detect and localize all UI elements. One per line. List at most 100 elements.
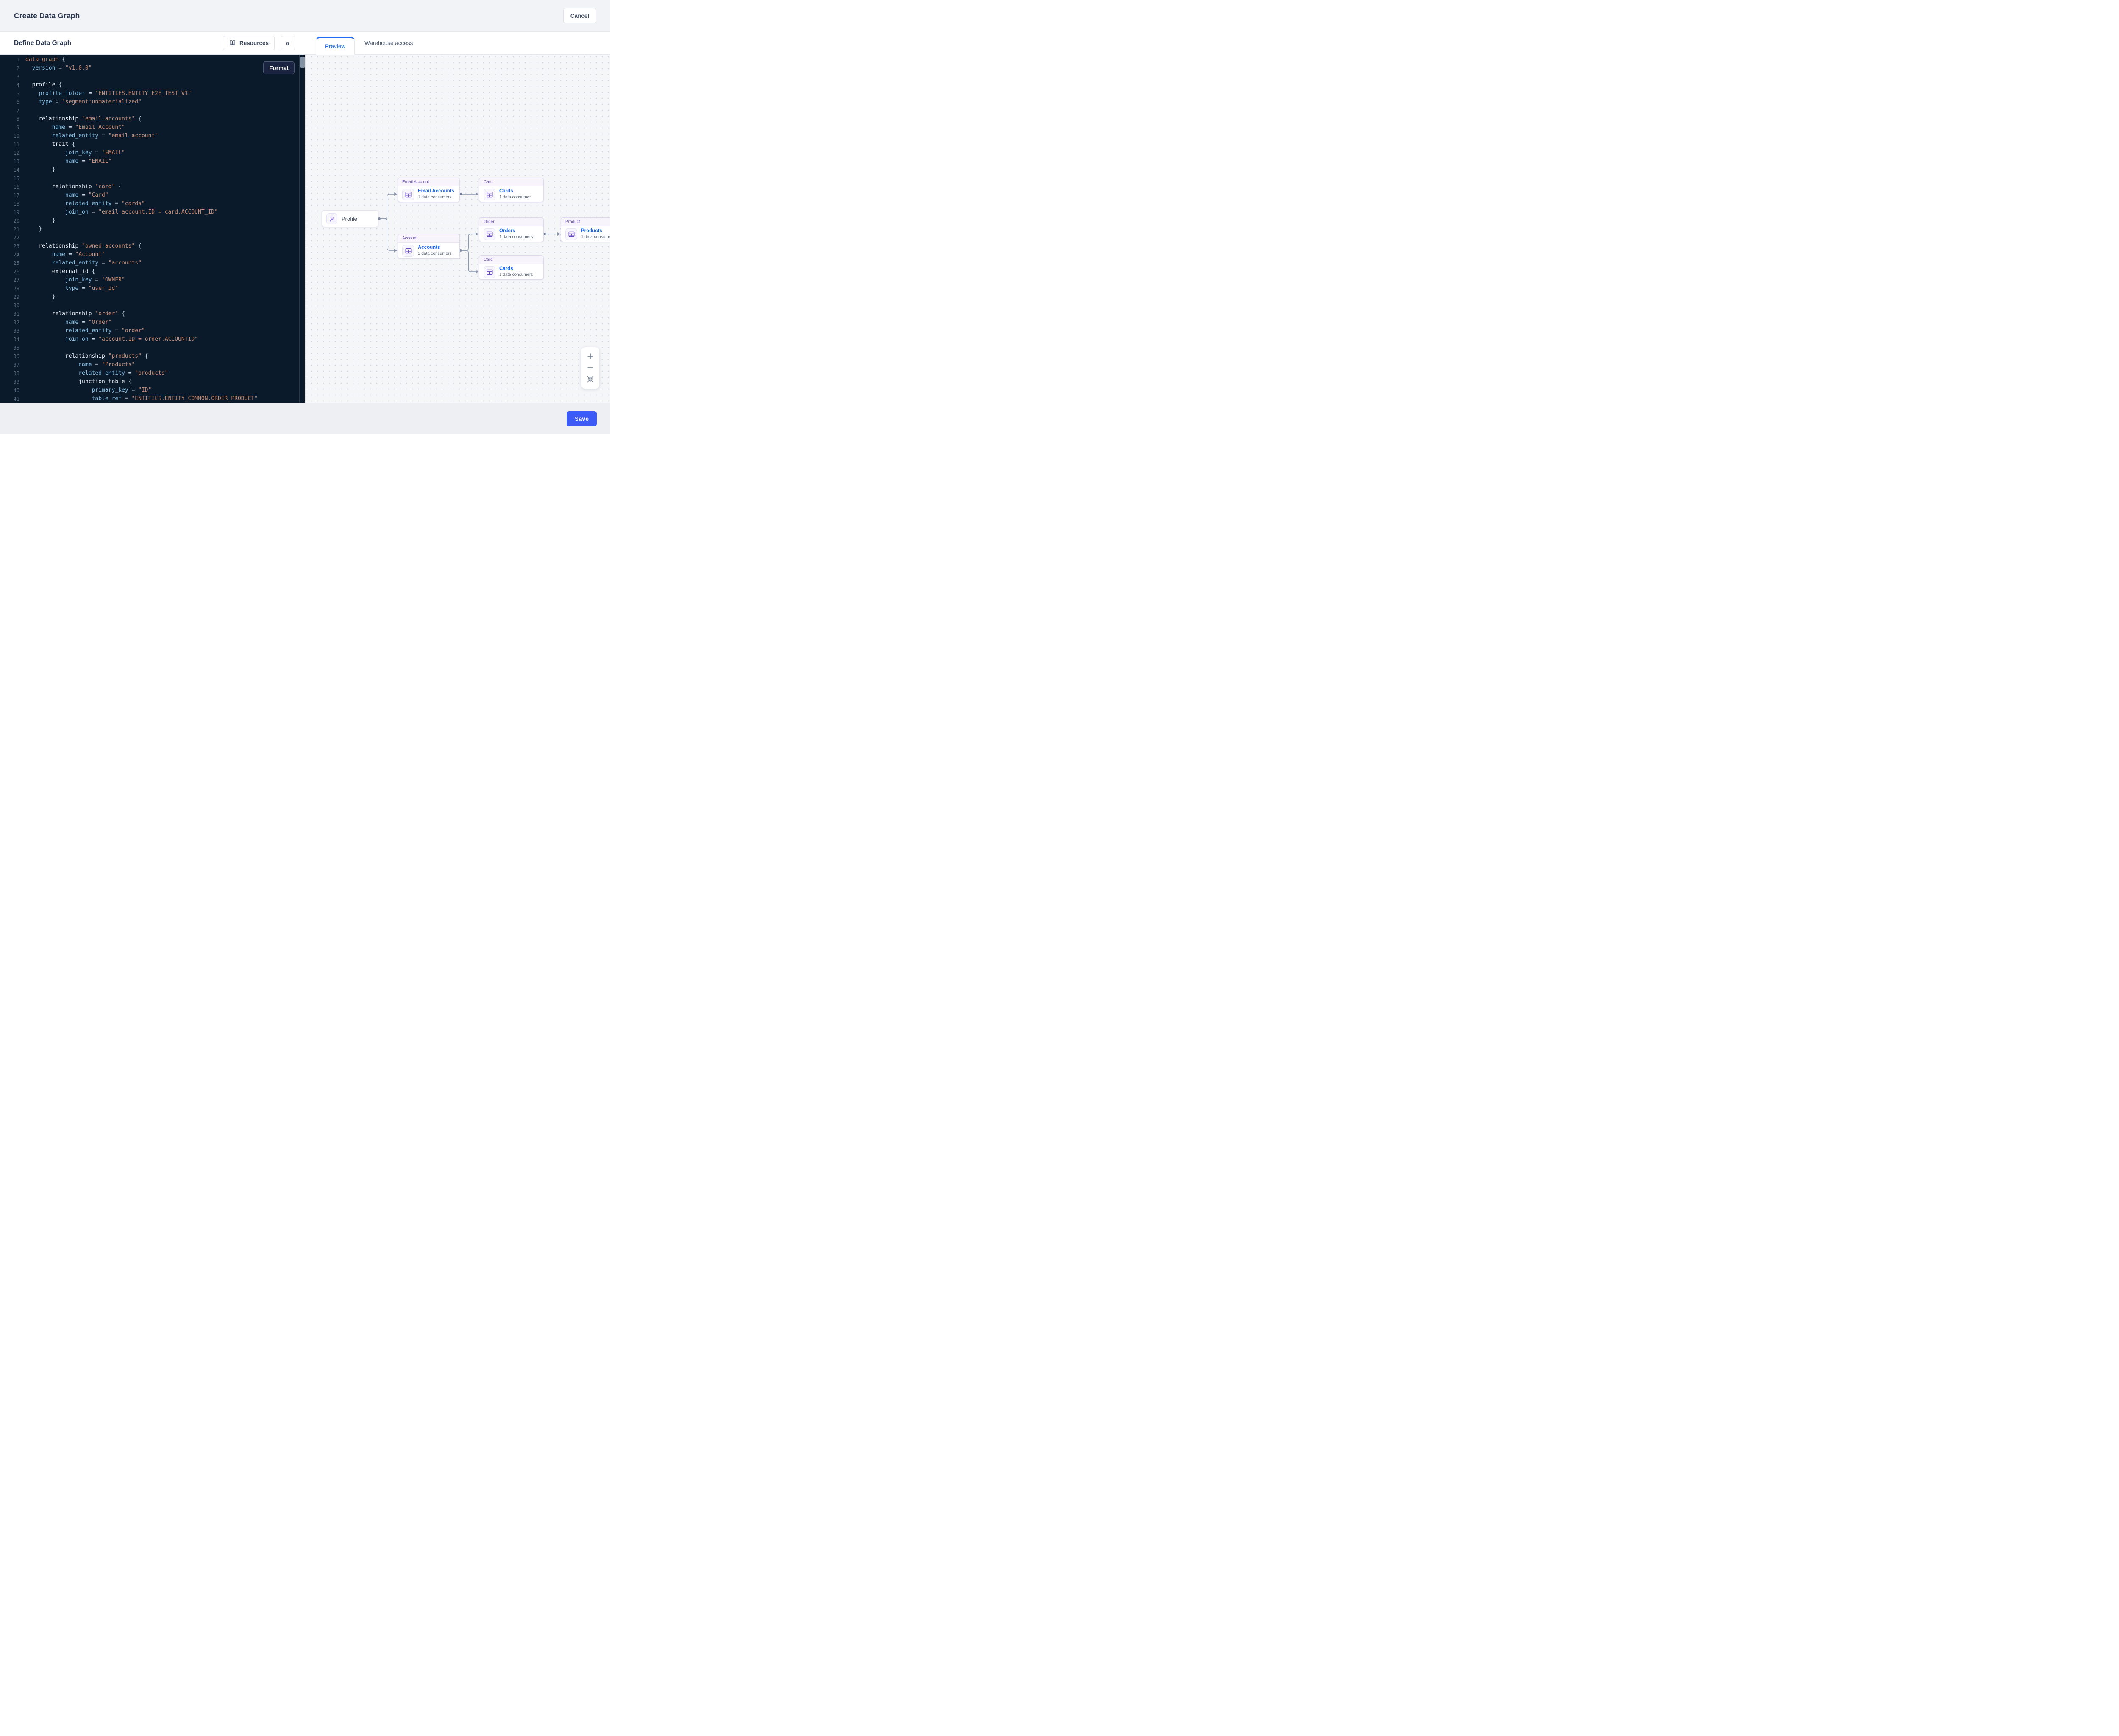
code-line[interactable]: 31 relationship "order" { (0, 310, 305, 318)
code-line[interactable]: 3 (0, 72, 305, 81)
zoom-in-button[interactable] (586, 352, 595, 361)
code-text: related_entity = "order" (25, 327, 145, 335)
code-line[interactable]: 28 type = "user_id" (0, 284, 305, 293)
zoom-in-icon (587, 353, 594, 360)
code-lines: 1 data_graph {2 version = "v1.0.0"34 prof… (0, 55, 305, 403)
cancel-button[interactable]: Cancel (563, 8, 596, 23)
line-number: 18 (0, 200, 19, 208)
code-text: relationship "email-accounts" { (25, 115, 142, 123)
code-line[interactable]: 38 related_entity = "products" (0, 369, 305, 378)
entity-title-link[interactable]: Accounts (418, 245, 452, 250)
editor-scrollbar[interactable] (299, 55, 305, 403)
entity-subtitle: 1 data consumer (499, 195, 531, 200)
line-number: 7 (0, 106, 19, 115)
code-text: trait { (25, 140, 75, 149)
collapse-panel-button[interactable]: « (281, 36, 295, 50)
code-line[interactable]: 40 primary_key = "ID" (0, 386, 305, 395)
line-number: 15 (0, 174, 19, 183)
zoom-out-button[interactable] (586, 364, 595, 372)
code-text: type = "segment:unmaterialized" (25, 98, 142, 106)
graph-canvas[interactable]: Profile Email AccountEmail Accounts1 data… (305, 55, 610, 403)
line-number: 32 (0, 318, 19, 327)
format-button[interactable]: Format (263, 61, 295, 74)
code-line[interactable]: 22 (0, 234, 305, 242)
code-text: type = "user_id" (25, 284, 118, 293)
code-line[interactable]: 10 related_entity = "email-account" (0, 132, 305, 140)
code-line[interactable]: 23 relationship "owned-accounts" { (0, 242, 305, 250)
tab-warehouse-access[interactable]: Warehouse access (364, 32, 413, 54)
code-line[interactable]: 13 name = "EMAIL" (0, 157, 305, 166)
edge-arrowhead (394, 192, 397, 196)
entity-node-card-bottom[interactable]: CardCards1 data consumers (479, 255, 544, 280)
entity-node-account[interactable]: Account Accounts2 data consumers (398, 234, 460, 259)
code-line[interactable]: 34 join_on = "account.ID = order.ACCOUNT… (0, 335, 305, 344)
editor-scrollbar-thumb[interactable] (300, 57, 305, 68)
code-text: relationship "products" { (25, 352, 148, 361)
entity-title-link[interactable]: Orders (499, 228, 533, 234)
code-line[interactable]: 19 join_on = "email-account.ID = card.AC… (0, 208, 305, 217)
tab-preview[interactable]: Preview (316, 37, 355, 55)
code-line[interactable]: 32 name = "Order" (0, 318, 305, 327)
code-line[interactable]: 5 profile_folder = "ENTITIES.ENTITY_E2E_… (0, 89, 305, 98)
entity-title-link[interactable]: Cards (499, 266, 533, 272)
code-line[interactable]: 11 trait { (0, 140, 305, 149)
code-text: data_graph { (25, 56, 65, 64)
entity-node-order[interactable]: OrderOrders1 data consumers (479, 217, 544, 242)
entity-title-link[interactable]: Products (581, 228, 610, 234)
entity-node-card-top[interactable]: CardCards1 data consumer (479, 178, 544, 202)
graph-edge (378, 219, 395, 250)
line-number: 23 (0, 242, 19, 250)
save-button[interactable]: Save (567, 411, 597, 426)
code-line[interactable]: 12 join_key = "EMAIL" (0, 149, 305, 157)
code-line[interactable]: 2 version = "v1.0.0" (0, 64, 305, 72)
code-line[interactable]: 15 (0, 174, 305, 183)
line-number: 38 (0, 369, 19, 378)
entity-title-link[interactable]: Email Accounts (418, 189, 454, 194)
code-text: related_entity = "email-account" (25, 132, 158, 140)
code-line[interactable]: 24 name = "Account" (0, 250, 305, 259)
code-line[interactable]: 35 (0, 344, 305, 352)
code-line[interactable]: 1 data_graph { (0, 56, 305, 64)
code-line[interactable]: 6 type = "segment:unmaterialized" (0, 98, 305, 106)
fit-view-button[interactable] (586, 375, 595, 384)
entity-node-product[interactable]: ProductProducts1 data consumer (561, 217, 610, 242)
code-editor[interactable]: Format 1 data_graph {2 version = "v1.0.0"… (0, 55, 305, 403)
code-line[interactable]: 20 } (0, 217, 305, 225)
code-line[interactable]: 18 related_entity = "cards" (0, 200, 305, 208)
code-text: profile { (25, 81, 62, 89)
resources-button[interactable]: Resources (223, 36, 275, 50)
line-number: 19 (0, 208, 19, 217)
code-line[interactable]: 26 external_id { (0, 267, 305, 276)
code-line[interactable]: 8 relationship "email-accounts" { (0, 115, 305, 123)
code-line[interactable]: 27 join_key = "OWNER" (0, 276, 305, 284)
code-line[interactable]: 21 } (0, 225, 305, 234)
code-line[interactable]: 4 profile { (0, 81, 305, 89)
entity-category-label: Product (561, 218, 610, 226)
book-icon (229, 39, 236, 47)
entity-node-email-account[interactable]: Email AccountEmail Accounts1 data consum… (398, 178, 460, 202)
code-line[interactable]: 9 name = "Email Account" (0, 123, 305, 132)
code-line[interactable]: 25 related_entity = "accounts" (0, 259, 305, 267)
profile-node[interactable]: Profile (322, 210, 378, 227)
entity-title-link[interactable]: Cards (499, 189, 531, 194)
line-number: 1 (0, 56, 19, 64)
edge-arrowhead (476, 270, 478, 273)
code-line[interactable]: 17 name = "Card" (0, 191, 305, 200)
code-line[interactable]: 41 table_ref = "ENTITIES.ENTITY_COMMON.O… (0, 395, 305, 403)
code-text: version = "v1.0.0" (25, 64, 92, 72)
line-number: 26 (0, 267, 19, 276)
table-icon (402, 245, 414, 257)
code-line[interactable]: 37 name = "Products" (0, 361, 305, 369)
code-line[interactable]: 30 (0, 301, 305, 310)
entity-subtitle: 2 data consumers (418, 251, 452, 256)
line-number: 3 (0, 72, 19, 81)
code-line[interactable]: 33 related_entity = "order" (0, 327, 305, 335)
entity-category-label: Account (398, 234, 459, 243)
code-line[interactable]: 36 relationship "products" { (0, 352, 305, 361)
code-line[interactable]: 14 } (0, 166, 305, 174)
code-line[interactable]: 16 relationship "card" { (0, 183, 305, 191)
code-line[interactable]: 29 } (0, 293, 305, 301)
code-line[interactable]: 39 junction_table { (0, 378, 305, 386)
entity-subtitle: 1 data consumers (499, 273, 533, 278)
code-line[interactable]: 7 (0, 106, 305, 115)
